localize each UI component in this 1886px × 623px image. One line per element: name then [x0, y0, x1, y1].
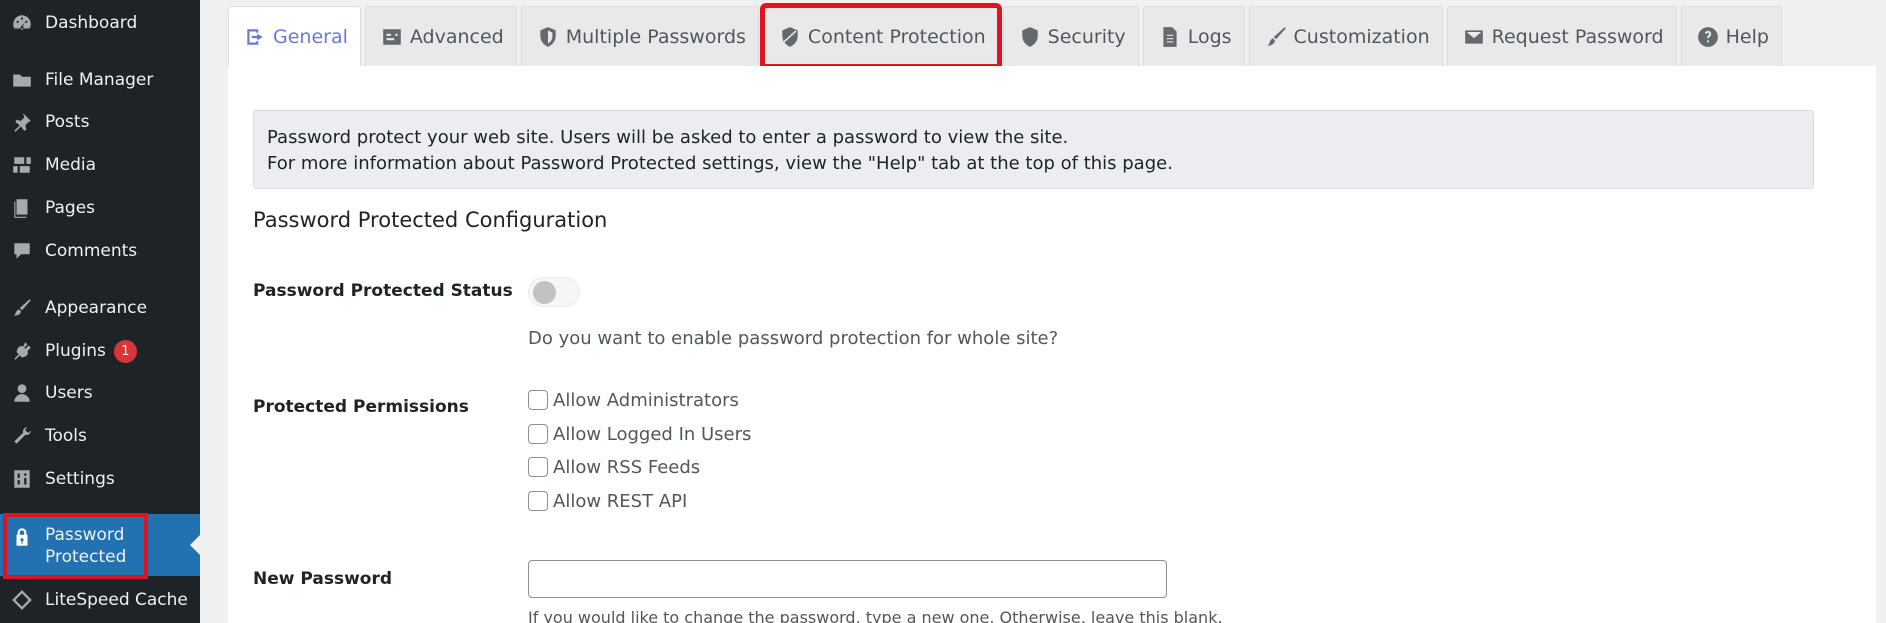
sidebar-item-dashboard[interactable]: Dashboard — [0, 4, 200, 42]
help-icon — [1696, 25, 1720, 49]
allow-rss-feeds-checkbox[interactable] — [528, 457, 548, 477]
dashboard-icon — [9, 10, 35, 36]
allow-rest-api-option[interactable]: Allow REST API — [528, 487, 687, 515]
sidebar-item-settings[interactable]: Settings — [0, 460, 200, 498]
media-icon — [9, 152, 35, 178]
toggle-knob — [533, 281, 556, 304]
tab-content-protection[interactable]: Content Protection — [759, 3, 1002, 69]
admin-sidebar: Dashboard File Manager Posts Media Pages… — [0, 0, 200, 623]
envelope-icon — [1462, 25, 1486, 49]
password-protected-status-toggle[interactable] — [528, 277, 580, 307]
highlight-box-sidebar — [3, 513, 148, 579]
allow-administrators-option[interactable]: Allow Administrators — [528, 386, 739, 414]
sidebar-item-label: Dashboard — [45, 13, 138, 33]
tab-advanced[interactable]: Advanced — [364, 6, 517, 66]
checkbox-label: Allow Administrators — [553, 389, 739, 411]
pushpin-icon — [9, 109, 35, 135]
tab-label: Security — [1047, 25, 1126, 48]
settings-icon — [9, 466, 35, 492]
checkbox-label: Allow RSS Feeds — [553, 456, 701, 478]
section-title: Password Protected Configuration — [253, 208, 608, 232]
document-icon — [1158, 25, 1182, 49]
sidebar-item-label: Settings — [45, 469, 115, 489]
tab-label: Advanced — [409, 25, 504, 48]
tab-label: Request Password — [1491, 25, 1664, 48]
comment-icon — [9, 238, 35, 264]
tab-logs[interactable]: Logs — [1142, 6, 1245, 66]
sidebar-item-plugins[interactable]: Plugins 1 — [0, 332, 200, 370]
sidebar-item-label: Comments — [45, 241, 138, 261]
tab-multiple-passwords[interactable]: Multiple Passwords — [520, 6, 759, 66]
sidebar-item-posts[interactable]: Posts — [0, 103, 200, 141]
tab-label: Customization — [1293, 25, 1430, 48]
sidebar-item-label: Plugins — [45, 341, 106, 361]
info-notice: Password protect your web site. Users wi… — [253, 110, 1814, 189]
advanced-icon — [380, 25, 404, 49]
sidebar-item-label: Posts — [45, 112, 90, 132]
settings-panel: Password protect your web site. Users wi… — [228, 66, 1876, 623]
tab-label: Multiple Passwords — [565, 25, 746, 48]
new-password-label: New Password — [253, 569, 393, 589]
sidebar-item-label: Tools — [45, 426, 87, 446]
allow-logged-in-users-checkbox[interactable] — [528, 424, 548, 444]
sidebar-item-label: Appearance — [45, 298, 148, 318]
sidebar-item-litespeed-cache[interactable]: LiteSpeed Cache — [0, 581, 200, 619]
wrench-icon — [9, 423, 35, 449]
tab-label: Content Protection — [807, 25, 986, 48]
checkbox-label: Allow Logged In Users — [553, 423, 752, 445]
sidebar-item-comments[interactable]: Comments — [0, 232, 200, 270]
plugin-update-badge: 1 — [113, 339, 137, 363]
permissions-label: Protected Permissions — [253, 397, 469, 417]
sidebar-item-appearance[interactable]: Appearance — [0, 289, 200, 327]
brush-icon — [1264, 25, 1288, 49]
sidebar-item-media[interactable]: Media — [0, 146, 200, 184]
status-description: Do you want to enable password protectio… — [528, 328, 1059, 349]
general-icon — [243, 25, 267, 49]
sidebar-item-users[interactable]: Users — [0, 374, 200, 412]
status-label: Password Protected Status — [253, 281, 513, 301]
shield-icon — [536, 25, 560, 49]
sidebar-item-pages[interactable]: Pages — [0, 189, 200, 227]
checkbox-label: Allow REST API — [553, 490, 688, 512]
settings-tabs: General Advanced Multiple Passwords Cont… — [228, 3, 1786, 69]
allow-administrators-checkbox[interactable] — [528, 390, 548, 410]
pages-icon — [9, 195, 35, 221]
new-password-hint: If you would like to change the password… — [528, 608, 1223, 623]
plugin-icon — [9, 338, 35, 364]
tab-security[interactable]: Security — [1002, 6, 1139, 66]
notice-line-2: For more information about Password Prot… — [267, 153, 1173, 174]
allow-rss-feeds-option[interactable]: Allow RSS Feeds — [528, 453, 700, 481]
litespeed-icon — [9, 587, 35, 613]
user-icon — [9, 380, 35, 406]
new-password-input[interactable] — [528, 560, 1167, 598]
allow-rest-api-checkbox[interactable] — [528, 491, 548, 511]
tab-customization[interactable]: Customization — [1248, 6, 1443, 66]
sidebar-item-label: Pages — [45, 198, 96, 218]
tab-label: Help — [1725, 25, 1769, 48]
sidebar-item-label: LiteSpeed Cache — [45, 590, 188, 610]
sidebar-item-file-manager[interactable]: File Manager — [0, 61, 200, 99]
sidebar-item-label: Users — [45, 383, 93, 403]
tab-request-password[interactable]: Request Password — [1446, 6, 1677, 66]
tab-label: General — [273, 26, 348, 48]
shield-icon — [1018, 25, 1042, 49]
sidebar-item-label: Media — [45, 155, 97, 175]
allow-logged-in-users-option[interactable]: Allow Logged In Users — [528, 420, 751, 448]
tab-help[interactable]: Help — [1680, 6, 1782, 66]
sidebar-item-label: File Manager — [45, 70, 154, 90]
tab-general[interactable]: General — [228, 6, 361, 67]
paintbrush-icon — [9, 295, 35, 321]
sidebar-item-tools[interactable]: Tools — [0, 417, 200, 455]
shield-slash-icon — [778, 25, 802, 49]
notice-line-1: Password protect your web site. Users wi… — [267, 127, 1069, 148]
main-content: General Advanced Multiple Passwords Cont… — [228, 0, 1886, 623]
tab-label: Logs — [1187, 25, 1232, 48]
folder-icon — [9, 67, 35, 93]
active-menu-arrow — [190, 535, 200, 555]
